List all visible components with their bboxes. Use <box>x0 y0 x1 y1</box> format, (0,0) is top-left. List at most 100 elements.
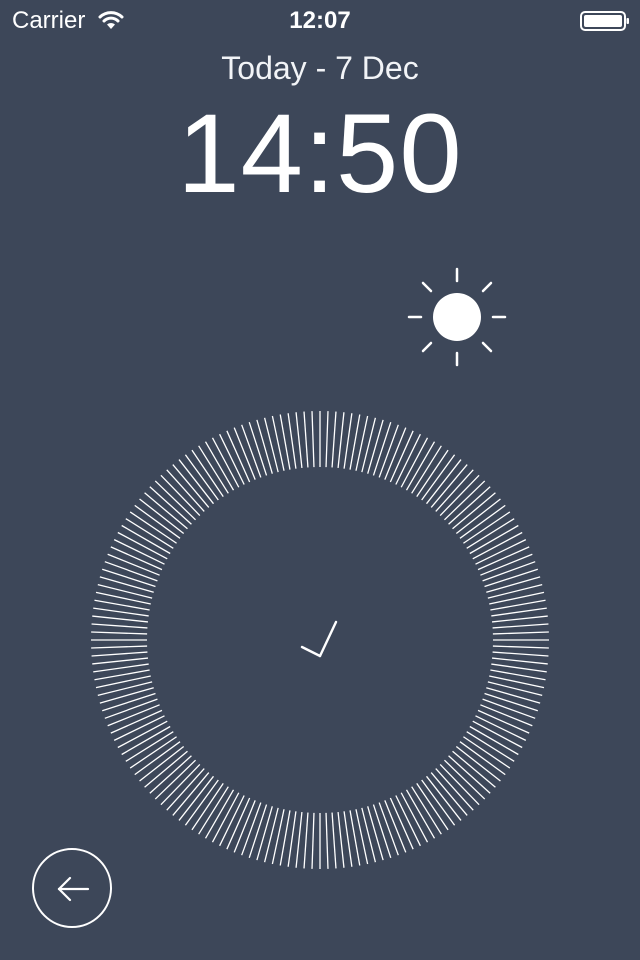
time-dial[interactable] <box>88 408 552 872</box>
dial-tick <box>178 775 215 821</box>
dial-tick <box>256 419 273 474</box>
dial-tick <box>361 417 377 473</box>
dial-tick <box>93 607 149 617</box>
dial-tick <box>134 741 181 776</box>
dial-tick <box>486 576 541 593</box>
dial-tick <box>303 411 309 468</box>
dial-tick <box>492 631 549 635</box>
dial-tick <box>452 492 496 530</box>
dial-tick <box>311 812 315 869</box>
dial-tick <box>486 687 541 704</box>
alarm-screen: Carrier 12:07 Today - 7 Dec 14:50 <box>0 0 640 960</box>
dial-tick <box>303 812 309 869</box>
dial-tick <box>448 755 491 794</box>
dial-tick <box>367 419 384 474</box>
dial-tick <box>166 469 205 512</box>
dial-ticks[interactable] <box>88 408 552 872</box>
dial-tick <box>411 445 442 494</box>
dial-tick <box>492 645 549 649</box>
dial-tick <box>459 504 506 539</box>
dial-tick <box>361 807 377 863</box>
dial-tick <box>154 759 197 800</box>
back-button[interactable] <box>32 848 112 928</box>
dial-tick <box>191 783 224 831</box>
dial-tick <box>491 657 548 665</box>
dial-tick <box>311 411 315 468</box>
dial-tick <box>463 736 511 769</box>
dial-tick <box>439 474 480 517</box>
dial-tick <box>421 454 456 501</box>
dial-tick <box>91 631 148 635</box>
dial-tick <box>491 607 547 617</box>
dial-tick <box>466 518 515 549</box>
dial-tick <box>154 480 197 521</box>
dial-tick <box>166 768 205 811</box>
dial-tick <box>178 459 215 505</box>
dial-tick <box>149 486 192 525</box>
dial-tick <box>455 498 501 535</box>
dial-tick <box>405 789 436 839</box>
dial-tick <box>191 449 224 497</box>
dial-tick <box>172 772 210 816</box>
dial-tick <box>198 445 229 494</box>
dial-tick <box>139 498 185 535</box>
dial-tick <box>430 772 468 816</box>
dial-tick <box>121 524 171 555</box>
dial-tick <box>92 657 149 665</box>
dial-tick <box>491 663 547 673</box>
dial-tick <box>144 492 188 530</box>
dial-tick <box>139 745 185 782</box>
dial-tick <box>469 725 519 756</box>
dial-tick <box>160 763 201 806</box>
status-clock: 12:07 <box>289 7 351 34</box>
sun-icon <box>407 267 507 367</box>
dial-tick <box>469 524 519 555</box>
dial-tick <box>149 755 192 794</box>
alarm-time: 14:50 <box>177 91 463 216</box>
dial-tick <box>160 474 201 517</box>
dial-tick <box>443 759 486 800</box>
dial-tick <box>448 486 491 525</box>
dial-tick <box>91 651 148 657</box>
dial-tick <box>343 413 353 469</box>
arrow-left-icon <box>57 876 90 902</box>
date-label: Today - 7 Dec <box>221 50 419 86</box>
dial-tick <box>435 469 474 512</box>
dial-tick <box>125 731 174 762</box>
dial-tick <box>91 645 148 649</box>
dial-tick <box>184 454 219 501</box>
dial-tick <box>331 812 337 869</box>
dial-tick <box>491 615 548 623</box>
dial-tick <box>263 417 279 473</box>
dial-tick <box>263 807 279 863</box>
dial-tick <box>325 812 329 869</box>
dial-tick <box>492 651 549 657</box>
dial-tick <box>184 779 219 826</box>
dial-tick <box>455 745 501 782</box>
dial-tick <box>129 511 177 544</box>
dial-tick <box>367 806 384 861</box>
dial-tick <box>97 583 153 599</box>
dial-tick <box>443 480 486 521</box>
dial-tick <box>430 464 468 508</box>
dial-tick <box>421 779 456 826</box>
dial-tick <box>121 725 171 756</box>
dial-tick <box>405 441 436 491</box>
battery-icon <box>580 11 629 31</box>
dial-tick <box>134 504 181 539</box>
dial-tick <box>129 736 177 769</box>
dial-tick <box>466 731 515 762</box>
dial-tick <box>492 623 549 629</box>
dial-tick <box>463 511 511 544</box>
dial-tick <box>99 576 154 593</box>
dial-tick <box>487 583 543 599</box>
dial-tick <box>411 786 442 835</box>
dial-tick <box>287 413 297 469</box>
dial-tick <box>93 663 149 673</box>
dial-tick <box>435 768 474 811</box>
dial-tick <box>97 681 153 697</box>
dial-tick <box>295 811 303 868</box>
dial-tick <box>198 786 229 835</box>
dial-tick <box>487 681 543 697</box>
dial-tick <box>425 459 462 505</box>
